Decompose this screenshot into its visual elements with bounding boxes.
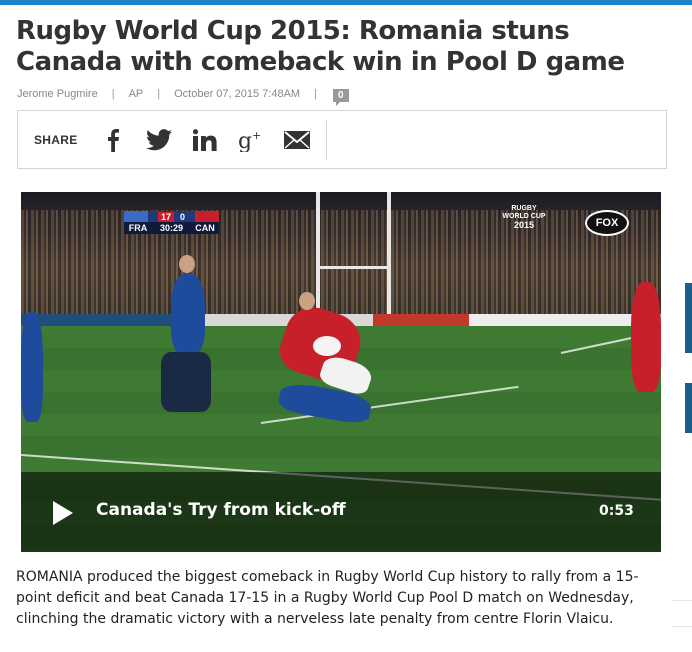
- svg-text:g: g: [238, 129, 252, 152]
- player-canada-right-edge: [631, 282, 661, 392]
- player-france-legs: [161, 352, 211, 412]
- fox-sports-logo: FOX: [585, 210, 629, 236]
- goal-crossbar: [316, 266, 391, 269]
- player-france-standing: [171, 274, 205, 354]
- facebook-icon[interactable]: [94, 121, 132, 159]
- email-icon[interactable]: [278, 121, 316, 159]
- share-label: SHARE: [34, 132, 78, 147]
- video-player[interactable]: 17 0 FRA 30:29 CAN RUGBY WORLD CUP 2015 …: [21, 192, 661, 552]
- logo-line: 2015: [513, 220, 535, 230]
- comment-count-badge[interactable]: 0: [332, 88, 349, 106]
- goal-post-right: [387, 192, 391, 324]
- side-ad-edge: [685, 283, 692, 353]
- article-body: ROMANIA produced the biggest comeback in…: [16, 569, 639, 627]
- score-home: 17: [157, 211, 174, 222]
- share-bar: SHARE g +: [17, 110, 667, 169]
- share-icons: g +: [86, 121, 316, 159]
- goal-post-left: [316, 192, 320, 324]
- side-divider: [672, 626, 692, 627]
- svg-text:+: +: [252, 129, 261, 142]
- side-ad-edge: [685, 383, 692, 433]
- author-link[interactable]: Jerome Pugmire: [17, 88, 98, 100]
- byline-separator: |: [314, 88, 317, 100]
- video-scoreboard: 17 0 FRA 30:29 CAN: [124, 211, 219, 234]
- rugby-world-cup-logo: RUGBY WORLD CUP 2015: [499, 205, 549, 233]
- google-plus-icon[interactable]: g +: [232, 121, 270, 159]
- side-divider: [672, 600, 692, 601]
- publish-date: October 07, 2015 7:48AM: [174, 88, 301, 100]
- linkedin-icon[interactable]: [186, 121, 224, 159]
- score-away: 0: [180, 211, 186, 222]
- article-headline: Rugby World Cup 2015: Romania stuns Cana…: [16, 16, 625, 77]
- logo-line: RUGBY: [511, 205, 537, 212]
- byline: Jerome Pugmire | AP | October 07, 2015 7…: [17, 87, 349, 106]
- match-clock: 30:29: [159, 223, 184, 233]
- broadcaster-name: FOX: [595, 217, 619, 229]
- top-accent-bar: [0, 0, 692, 5]
- byline-separator: |: [157, 88, 161, 100]
- video-title: Canada's Try from kick-off: [96, 500, 346, 520]
- twitter-icon[interactable]: [140, 121, 178, 159]
- video-crowd: [21, 210, 661, 316]
- byline-separator: |: [111, 88, 115, 100]
- team-away: CAN: [195, 223, 215, 233]
- rugby-ball: [313, 336, 341, 356]
- player-france-left-edge: [21, 312, 43, 422]
- player-head: [299, 292, 315, 310]
- share-divider: [325, 119, 327, 160]
- play-icon[interactable]: [50, 500, 76, 526]
- source-label: AP: [128, 88, 144, 100]
- team-home: FRA: [128, 223, 148, 233]
- player-head: [179, 255, 195, 273]
- video-duration: 0:53: [599, 503, 634, 519]
